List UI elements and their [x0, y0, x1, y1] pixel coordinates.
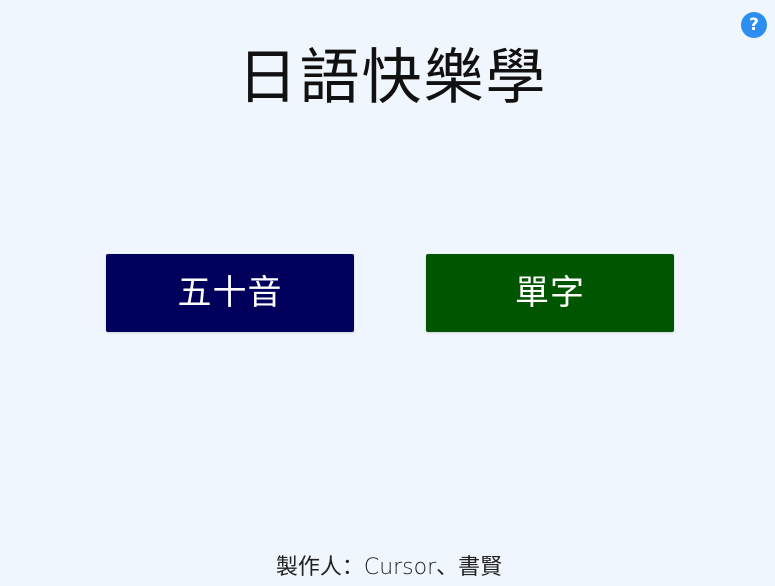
help-button[interactable]: ? — [741, 12, 767, 38]
kana-button[interactable]: 五十音 — [106, 254, 354, 332]
footer-credit: 製作人：Cursor、書賢 — [275, 555, 503, 580]
page-title: 日語快樂學 — [237, 43, 548, 113]
vocabulary-button[interactable]: 單字 — [426, 254, 674, 332]
help-icon: ? — [749, 15, 759, 35]
